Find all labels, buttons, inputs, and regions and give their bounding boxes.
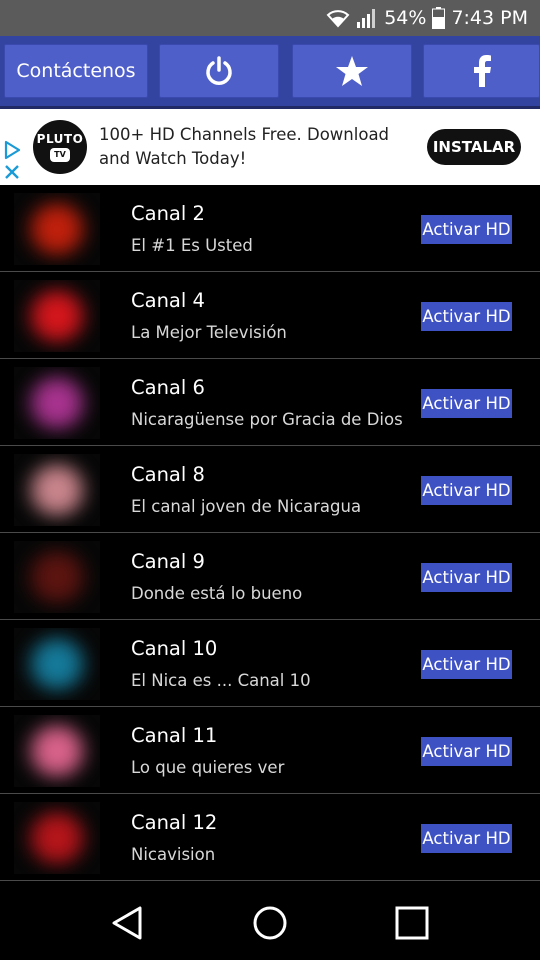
channel-logo-thumbnail bbox=[14, 367, 100, 439]
channel-logo-blur bbox=[22, 460, 92, 520]
channel-slogan: Nicavision bbox=[131, 845, 216, 864]
channel-logo-thumbnail bbox=[14, 541, 100, 613]
home-icon[interactable] bbox=[250, 903, 290, 943]
channel-slogan: Nicaragüense por Gracia de Dios bbox=[131, 410, 403, 429]
channel-row[interactable]: Canal 12 Nicavision Activar HD bbox=[0, 794, 540, 881]
battery-percent: 54% bbox=[384, 7, 427, 29]
channel-row[interactable]: Canal 10 El Nica es ... Canal 10 Activar H… bbox=[0, 620, 540, 707]
channel-logo-blur bbox=[22, 286, 92, 346]
activate-hd-button[interactable]: Activar HD bbox=[421, 215, 512, 244]
wifi-icon bbox=[326, 10, 350, 28]
star-icon bbox=[336, 56, 368, 86]
channel-slogan: El canal joven de Nicaragua bbox=[131, 497, 362, 516]
activate-hd-button[interactable]: Activar HD bbox=[421, 302, 512, 331]
power-icon bbox=[206, 56, 232, 85]
contact-button-label: Contáctenos bbox=[16, 60, 136, 82]
channel-row[interactable]: Canal 6 Nicaragüense por Gracia de Dios Ac… bbox=[0, 359, 540, 446]
channel-slogan: Lo que quieres ver bbox=[131, 758, 285, 777]
pluto-tv-logo: PLUTO TV bbox=[33, 120, 87, 174]
ad-text: 100+ HD Channels Free. Download and Watc… bbox=[99, 125, 390, 168]
recents-icon[interactable] bbox=[392, 903, 432, 943]
channel-name: Canal 10 bbox=[131, 637, 218, 660]
logo-text: PLUTO bbox=[36, 131, 84, 146]
activate-hd-button[interactable]: Activar HD bbox=[421, 650, 512, 679]
channel-row[interactable]: Canal 8 El canal joven de Nicaragua Activa… bbox=[0, 446, 540, 533]
channel-logo-thumbnail bbox=[14, 193, 100, 265]
channel-slogan: La Mejor Televisión bbox=[131, 323, 287, 342]
channel-logo-thumbnail bbox=[14, 715, 100, 787]
channel-row[interactable]: Canal 9 Donde está lo bueno Activar HD bbox=[0, 533, 540, 620]
channel-name: Canal 11 bbox=[131, 724, 218, 747]
channel-logo-blur bbox=[22, 721, 92, 781]
channel-logo-blur bbox=[22, 634, 92, 694]
channel-logo-blur bbox=[22, 808, 92, 868]
channel-name: Canal 9 bbox=[131, 550, 205, 573]
contact-button[interactable]: Contáctenos bbox=[4, 44, 148, 98]
channel-logo-thumbnail bbox=[14, 802, 100, 874]
channel-row[interactable]: Canal 11 Lo que quieres ver Activar HD bbox=[0, 707, 540, 794]
toolbar: Contáctenos bbox=[0, 36, 540, 106]
adchoices-icon[interactable] bbox=[2, 139, 24, 183]
channel-slogan: El #1 Es Usted bbox=[131, 236, 253, 255]
back-icon[interactable] bbox=[108, 903, 148, 943]
channel-name: Canal 2 bbox=[131, 202, 205, 225]
activate-hd-button[interactable]: Activar HD bbox=[421, 476, 512, 505]
channel-name: Canal 8 bbox=[131, 463, 205, 486]
channel-slogan: El Nica es ... Canal 10 bbox=[131, 671, 311, 690]
activate-hd-button[interactable]: Activar HD bbox=[421, 389, 512, 418]
status-bar: 54% 7:43 PM bbox=[0, 0, 540, 36]
activate-hd-button[interactable]: Activar HD bbox=[421, 824, 512, 853]
channel-name: Canal 6 bbox=[131, 376, 205, 399]
channel-logo-blur bbox=[22, 547, 92, 607]
battery-icon bbox=[432, 7, 446, 29]
logo-tv-text: TV bbox=[50, 147, 70, 162]
favorites-button[interactable] bbox=[292, 44, 412, 98]
facebook-icon bbox=[473, 55, 491, 87]
channel-row[interactable]: Canal 4 La Mejor Televisión Activar HD bbox=[0, 272, 540, 359]
ad-banner[interactable]: PLUTO TV 100+ HD Channels Free. Download… bbox=[0, 109, 540, 185]
signal-icon bbox=[357, 9, 376, 28]
channel-slogan: Donde está lo bueno bbox=[131, 584, 303, 603]
navigation-bar bbox=[0, 883, 540, 960]
channel-logo-blur bbox=[22, 199, 92, 259]
clock: 7:43 PM bbox=[451, 7, 528, 29]
channel-list[interactable]: Canal 2 El #1 Es Usted Activar HD Canal 4 La… bbox=[0, 185, 540, 883]
channel-logo-thumbnail bbox=[14, 628, 100, 700]
activate-hd-button[interactable]: Activar HD bbox=[421, 737, 512, 766]
channel-logo-thumbnail bbox=[14, 280, 100, 352]
channel-name: Canal 12 bbox=[131, 811, 218, 834]
facebook-button[interactable] bbox=[423, 44, 540, 98]
channel-logo-blur bbox=[22, 373, 92, 433]
power-button[interactable] bbox=[159, 44, 279, 98]
install-button[interactable]: INSTALAR bbox=[427, 129, 521, 165]
channel-name: Canal 4 bbox=[131, 289, 205, 312]
channel-row[interactable]: Canal 2 El #1 Es Usted Activar HD bbox=[0, 185, 540, 272]
channel-logo-thumbnail bbox=[14, 454, 100, 526]
activate-hd-button[interactable]: Activar HD bbox=[421, 563, 512, 592]
